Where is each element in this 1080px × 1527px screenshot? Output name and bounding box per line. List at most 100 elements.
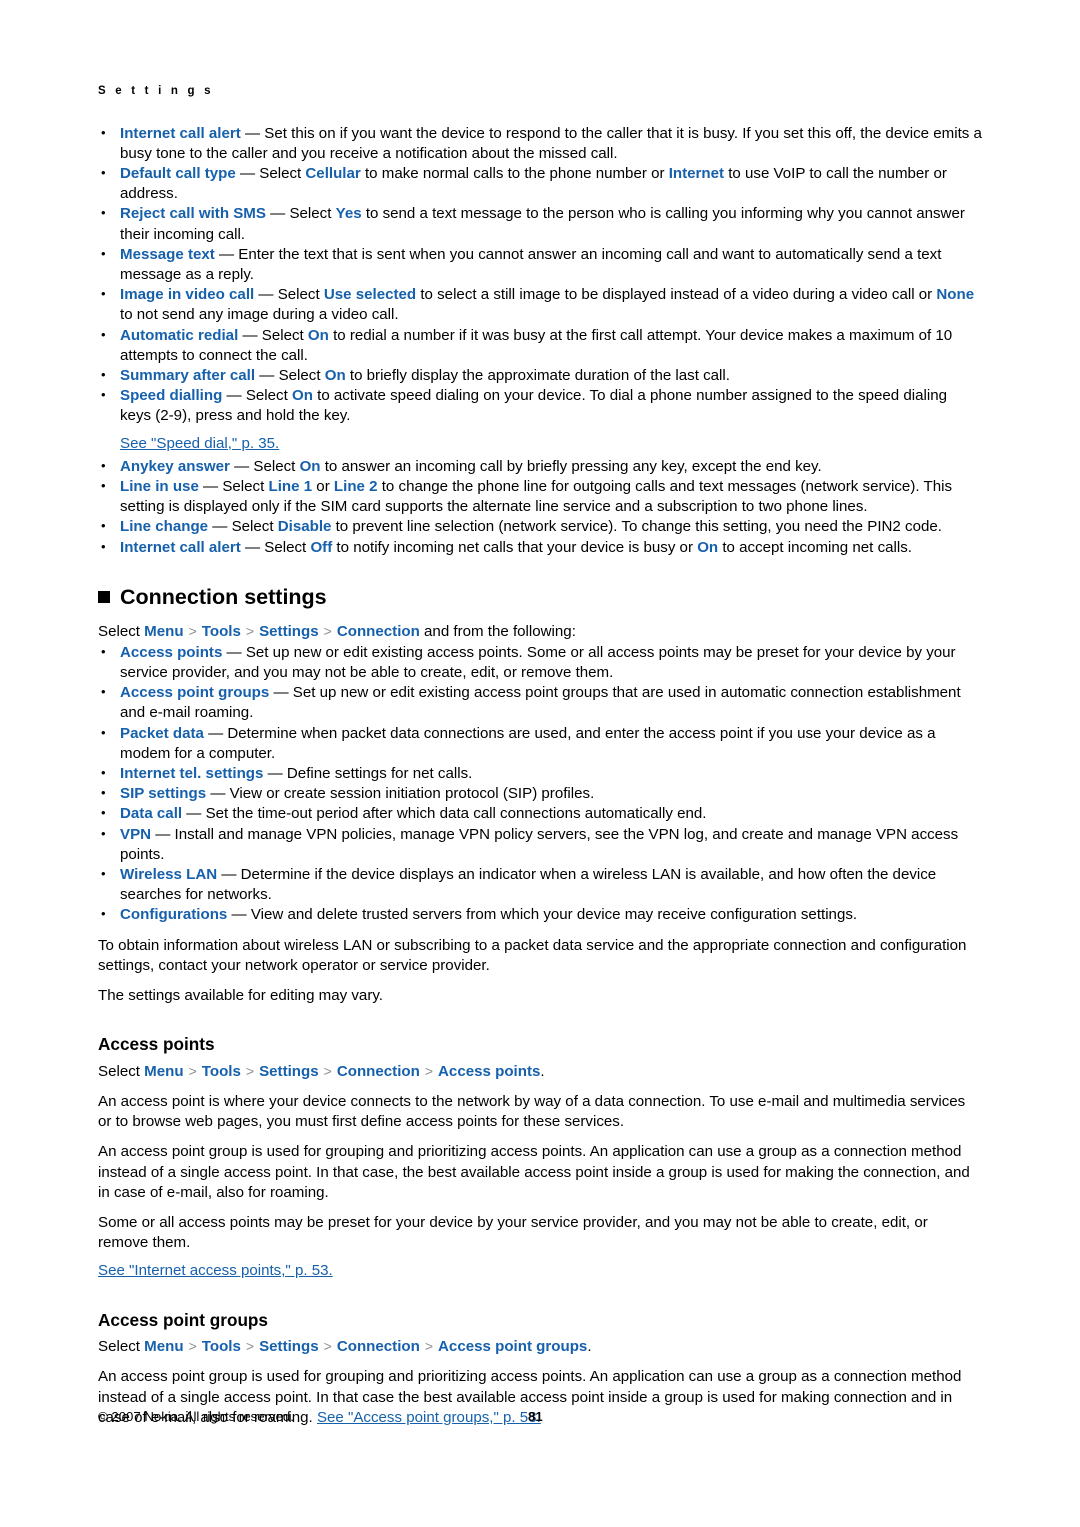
breadcrumb-item-tools[interactable]: Tools — [202, 1338, 241, 1355]
bullet-dash: — — [203, 724, 228, 742]
breadcrumb-prefix: Select — [98, 623, 145, 641]
chevron-right-icon: > — [245, 1338, 255, 1355]
list-item: Summary after call — Select On to briefl… — [98, 365, 982, 386]
bullet-text-pre: Select — [259, 164, 306, 182]
breadcrumb-item-access-point-groups[interactable]: Access point groups — [438, 1338, 587, 1355]
breadcrumb-item-menu[interactable]: Menu — [144, 1338, 183, 1355]
breadcrumb-prefix: Select — [98, 1062, 145, 1080]
bullet-text-post: to accept incoming net calls. — [718, 538, 912, 556]
breadcrumb-connection: Select Menu > Tools > Settings > Connection an… — [98, 621, 982, 642]
breadcrumb-item-connection[interactable]: Connection — [337, 1338, 420, 1355]
copyright-notice: © 2007 Nokia. All rights reserved. — [98, 1409, 294, 1424]
subsection-heading-access-point-groups: Access point groups — [98, 1309, 268, 1330]
breadcrumb-item-settings[interactable]: Settings — [259, 623, 319, 640]
list-item: Default call type — Select Cellular to m… — [98, 163, 982, 204]
call-settings-bullet-list-2: Anykey answer — Select On to answer an i… — [98, 456, 982, 558]
chevron-right-icon: > — [323, 623, 332, 640]
list-item: Data call — Set the time-out period afte… — [98, 803, 982, 824]
bullet-term: Wireless LAN — [120, 865, 218, 883]
bullet-value: Internet — [668, 164, 725, 182]
list-item: Line change — Select Disable to prevent … — [98, 516, 982, 537]
bullet-term: Anykey answer — [120, 457, 230, 475]
bullet-text: Enter the text that is sent when you can… — [120, 245, 942, 283]
bullet-term: Speed dialling — [120, 387, 223, 405]
bullet-text: Determine if the device displays an indi… — [120, 865, 937, 904]
bullet-value: On — [299, 457, 321, 475]
bullet-text-pre: Select — [231, 518, 278, 536]
bullet-dash: — — [198, 477, 223, 495]
bullet-term: Summary after call — [120, 366, 256, 384]
bullet-value: Disable — [277, 518, 332, 536]
bullet-term: Data call — [120, 805, 183, 823]
connection-settings-paragraph-2: The settings available for editing may v… — [98, 986, 383, 1004]
breadcrumb-item-tools[interactable]: Tools — [202, 623, 241, 640]
access-points-paragraph-3: Some or all access points may be preset … — [98, 1214, 928, 1252]
internet-access-points-link[interactable]: See "Internet access points," p. 53. — [98, 1262, 333, 1279]
bullet-text-post: to briefly display the approximate durat… — [345, 366, 730, 384]
bullet-dash: — — [208, 518, 232, 536]
bullet-text: Set the time-out period after which data… — [205, 805, 707, 823]
access-point-groups-link[interactable]: See "Access point groups," p. 53. — [317, 1409, 541, 1426]
bullet-dash: — — [151, 825, 175, 843]
page-number: 81 — [528, 1409, 543, 1424]
bullet-dash: — — [217, 865, 241, 883]
bullet-dash: — — [229, 457, 254, 475]
bullet-text-mid: to notify incoming net calls that your d… — [332, 538, 698, 556]
subsection-heading-access-points: Access points — [98, 1034, 215, 1055]
bullet-term: SIP settings — [120, 785, 207, 803]
list-item: Reject call with SMS — Select Yes to sen… — [98, 203, 982, 244]
bullet-value: On — [307, 326, 329, 344]
breadcrumb-access-points: Select Menu > Tools > Settings > Connection > Ac… — [98, 1061, 982, 1082]
bullet-value: On — [291, 387, 313, 405]
bullet-text-pre: Select — [222, 477, 269, 495]
bullet-text: Determine when packet data connections a… — [120, 724, 936, 762]
bullet-term: Configurations — [120, 906, 228, 924]
bullet-value: On — [324, 366, 346, 384]
list-item: Internet call alert — Select Off to noti… — [98, 537, 982, 558]
breadcrumb-item-settings[interactable]: Settings — [259, 1338, 319, 1355]
bullet-dash: — — [235, 164, 260, 182]
breadcrumb-item-menu[interactable]: Menu — [144, 623, 183, 640]
bullet-term: Line change — [120, 518, 209, 536]
list-item: Speed dialling — Select On to activate s… — [98, 385, 982, 426]
breadcrumb-item-connection[interactable]: Connection — [337, 1063, 420, 1080]
bullet-dash: — — [222, 387, 246, 405]
list-item: Image in video call — Select Use selecte… — [98, 284, 982, 325]
bullet-text-mid: or — [312, 477, 334, 495]
speed-dial-link[interactable]: See "Speed dial," p. 35. — [120, 435, 279, 452]
access-points-crossref: See "Internet access points," p. 53. — [98, 1261, 982, 1281]
access-points-paragraph-2: An access point group is used for groupi… — [98, 1143, 970, 1201]
chevron-right-icon: > — [245, 1062, 255, 1079]
breadcrumb-item-tools[interactable]: Tools — [202, 1063, 241, 1080]
bullet-dash: — — [254, 286, 278, 304]
running-head: S e t t i n g s — [98, 85, 214, 97]
chevron-right-icon: > — [323, 1338, 332, 1355]
bullet-value: Use selected — [323, 286, 417, 304]
bullet-text-pre: Select — [261, 326, 308, 344]
breadcrumb-item-connection[interactable]: Connection — [337, 623, 420, 640]
breadcrumb-item-access-points[interactable]: Access points — [438, 1063, 540, 1080]
breadcrumb-item-menu[interactable]: Menu — [144, 1063, 183, 1080]
bullet-text: View and delete trusted servers from whi… — [250, 906, 858, 924]
bullet-text-mid: to select a still image to be displayed … — [416, 286, 937, 304]
bullet-term: VPN — [120, 825, 152, 843]
bullet-dash: — — [269, 684, 293, 702]
page-content: S e t t i n g s Internet call alert — Se… — [98, 85, 982, 1428]
breadcrumb-item-settings[interactable]: Settings — [259, 1063, 319, 1080]
bullet-dash: — — [227, 906, 251, 924]
list-item: Access point groups — Set up new or edit… — [98, 682, 982, 723]
access-points-paragraph-1: An access point is where your device con… — [98, 1092, 966, 1131]
speed-dial-crossref: See "Speed dial," p. 35. — [120, 434, 982, 454]
list-item: Message text — Enter the text that is se… — [98, 244, 982, 285]
list-item: SIP settings — View or create session in… — [98, 783, 982, 804]
bullet-term: Access point groups — [120, 684, 270, 702]
list-item: Line in use — Select Line 1 or Line 2 to… — [98, 476, 982, 517]
chevron-right-icon: > — [188, 623, 197, 640]
bullet-text-pre: Select — [289, 205, 336, 223]
bullet-dash: — — [222, 643, 246, 661]
bullet-value: On — [697, 538, 719, 556]
list-item: Access points — Set up new or edit exist… — [98, 642, 982, 683]
document-page: S e t t i n g s Internet call alert — Se… — [0, 0, 1080, 1527]
bullet-text: Set up new or edit existing access point… — [120, 643, 956, 681]
chevron-right-icon: > — [424, 1062, 434, 1079]
